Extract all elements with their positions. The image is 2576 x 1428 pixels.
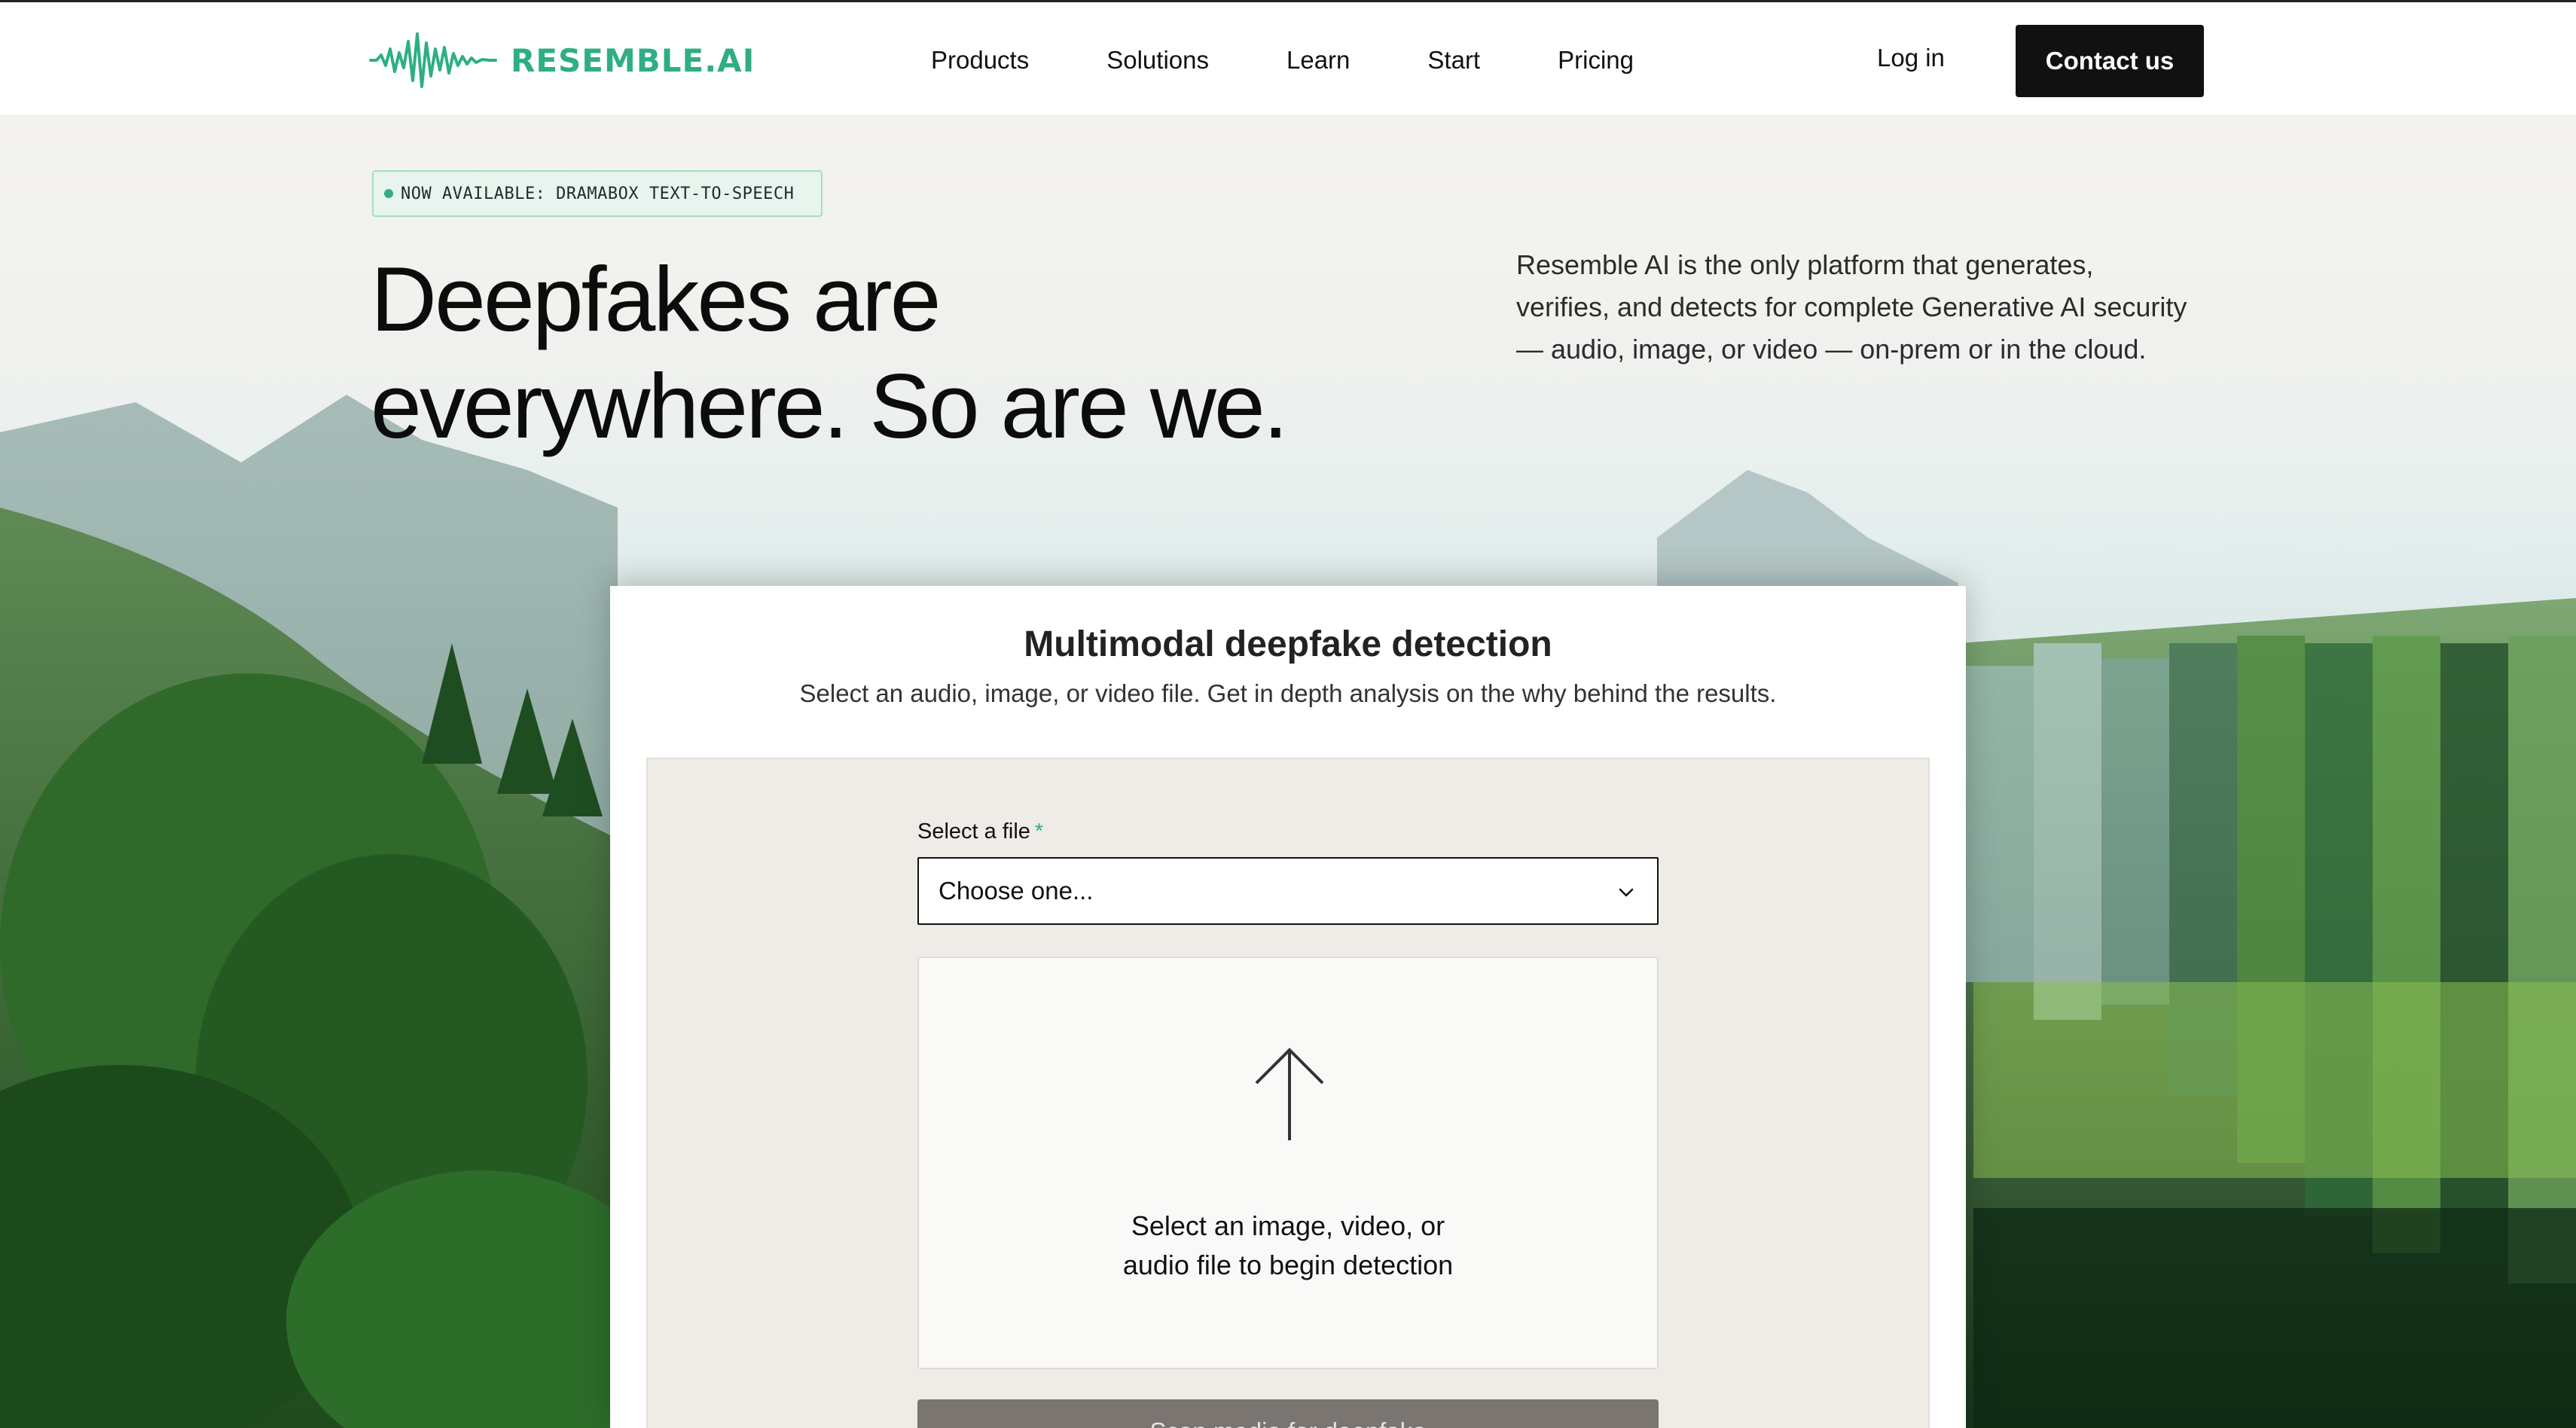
detection-title: Multimodal deepfake detection [1024,624,1552,664]
main-menu: Products Solutions Learn Start Pricing [931,2,1711,118]
scan-media-button[interactable]: Scan media for deepfake [917,1399,1659,1428]
headline-line-2: everywhere. So are we. [371,355,1289,457]
nav-learn[interactable]: Learn [1286,46,1350,75]
required-indicator: * [1034,819,1044,844]
dropzone-instructions: Select an image, video, or audio file to… [919,1207,1657,1285]
upload-form-panel: Select a file * Choose one... Select an i… [646,758,1930,1428]
headline-line-1: Deepfakes are [371,248,941,350]
file-select-label: Select a file * [917,819,1043,844]
chevron-down-icon [1619,888,1634,897]
select-value: Choose one... [939,877,1094,905]
nav-solutions[interactable]: Solutions [1106,46,1209,75]
brand-name: RESEMBLE.AI [511,41,755,79]
status-dot-icon [384,189,393,198]
detection-subtitle: Select an audio, image, or video file. G… [799,679,1777,707]
file-dropzone[interactable]: Select an image, video, or audio file to… [917,957,1659,1369]
nav-pricing[interactable]: Pricing [1558,46,1634,75]
deepfake-detection-card: Multimodal deepfake detection Select an … [610,586,1966,1428]
file-select-label-text: Select a file [917,819,1030,844]
brand-logo[interactable]: RESEMBLE.AI [369,26,755,94]
top-navigation: RESEMBLE.AI Products Solutions Learn Sta… [0,0,2576,116]
upload-arrow-icon [1255,1048,1324,1140]
announcement-badge[interactable]: NOW AVAILABLE: DRAMABOX TEXT-TO-SPEECH [372,170,823,217]
file-type-select[interactable]: Choose one... [917,857,1659,925]
hero-tagline: Resemble AI is the only platform that ge… [1516,249,2187,365]
waveform-logo-icon [369,32,497,88]
dropzone-line-1: Select an image, video, or [1131,1210,1445,1241]
nav-start[interactable]: Start [1427,46,1480,75]
nav-products[interactable]: Products [931,46,1029,75]
contact-us-button[interactable]: Contact us [2016,25,2204,97]
dropzone-line-2: audio file to begin detection [1122,1250,1454,1280]
badge-text: NOW AVAILABLE: DRAMABOX TEXT-TO-SPEECH [401,184,795,203]
page-headline: Deepfakes are everywhere. So are we. [371,246,1350,459]
login-link[interactable]: Log in [1877,44,1945,72]
